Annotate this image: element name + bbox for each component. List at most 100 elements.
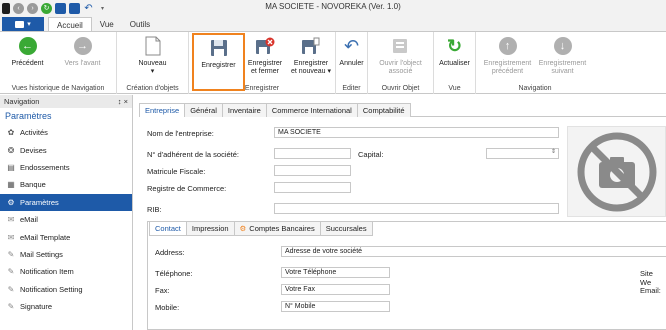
group-label: Vues historique de Navigation bbox=[11, 85, 105, 92]
tab-vue[interactable]: Vue bbox=[92, 17, 122, 32]
adherent-input[interactable] bbox=[274, 148, 351, 159]
tab-commerce-international[interactable]: Commerce International bbox=[265, 103, 358, 117]
sub-tabs: Contact Impression ⚙ Comptes Bancaires Su… bbox=[149, 222, 373, 236]
forward-icon[interactable]: › bbox=[27, 2, 38, 14]
navigation-pane: Navigation ↕ × Paramètres ✿ Activités ❂ De… bbox=[0, 95, 133, 330]
save-close-icon bbox=[256, 37, 275, 54]
no-camera-icon bbox=[577, 132, 656, 211]
gear-icon: ⚙ bbox=[7, 197, 15, 207]
tab-comptabilite[interactable]: Comptabilité bbox=[356, 103, 411, 117]
tab-accueil[interactable]: Accueil bbox=[48, 17, 92, 32]
sidebar-item-endossements[interactable]: ▤ Endossements bbox=[0, 159, 132, 176]
telephone-input[interactable]: Votre Téléphone bbox=[281, 267, 390, 278]
group-navigation: ↑ Enregistrement précédent ↓ Enregistrem… bbox=[476, 32, 594, 94]
open-object-icon bbox=[393, 39, 408, 53]
group-editer: ↶ Annuler Editer bbox=[336, 32, 368, 94]
endorsement-icon: ▤ bbox=[7, 162, 15, 172]
notification-icon: ✎ bbox=[7, 267, 15, 277]
gear-icon: ⚙ bbox=[239, 224, 247, 233]
mobile-label: Mobile: bbox=[155, 303, 180, 312]
sidebar-item-notification-item[interactable]: ✎ Notification Item bbox=[0, 263, 132, 280]
group-label: Ouvrir Objet bbox=[381, 85, 420, 92]
tab-contact[interactable]: Contact bbox=[149, 222, 187, 236]
group-historique: ← Précédent → Vers l'avant Vues historiq… bbox=[0, 32, 117, 94]
chevron-down-icon: ▾ bbox=[27, 21, 31, 28]
site-web-label: Site We bbox=[640, 269, 653, 287]
refresh-icon[interactable]: ↻ bbox=[41, 2, 52, 14]
email-icon: ✉ bbox=[7, 215, 15, 225]
sidebar-item-email-template[interactable]: ✉ eMail Template bbox=[0, 228, 132, 245]
signature-icon: ✎ bbox=[7, 302, 15, 312]
group-enregistrer: Enregistrer Enregistrer et fermer Enregi… bbox=[189, 32, 336, 94]
undo-arrow-icon: ↶ bbox=[343, 36, 360, 56]
capital-label: Capital: bbox=[358, 150, 384, 159]
rib-input[interactable] bbox=[274, 203, 559, 214]
navigation-title: Paramètres bbox=[5, 111, 52, 121]
nom-input[interactable]: MA SOCIETE bbox=[274, 127, 559, 138]
notification-setting-icon: ✎ bbox=[7, 284, 15, 294]
currency-icon: ❂ bbox=[7, 145, 15, 155]
file-menu-button[interactable]: ▾ bbox=[2, 17, 44, 31]
group-creation: Nouveau ▾ Création d'objets bbox=[117, 32, 189, 94]
adherent-label: N° d'adhérent de la société: bbox=[147, 150, 239, 159]
arrow-down-icon: ↓ bbox=[553, 37, 572, 55]
enregistrer-button[interactable]: Enregistrer bbox=[192, 33, 245, 91]
undo-icon[interactable]: ↶ bbox=[83, 3, 94, 14]
rib-label: RIB: bbox=[147, 205, 162, 214]
capital-input[interactable]: ⇕ bbox=[486, 148, 559, 159]
sidebar-item-notification-setting[interactable]: ✎ Notification Setting bbox=[0, 281, 132, 298]
save-new-icon bbox=[302, 37, 320, 54]
address-input[interactable]: Adresse de votre société bbox=[281, 246, 666, 257]
group-label: Navigation bbox=[518, 85, 552, 92]
contact-panel bbox=[147, 221, 666, 330]
mobile-input[interactable]: N° Mobile bbox=[281, 301, 390, 312]
form-tabs: Entreprise Général Inventaire Commerce I… bbox=[139, 103, 666, 117]
company-logo-placeholder[interactable] bbox=[567, 126, 666, 217]
tab-outils[interactable]: Outils bbox=[122, 17, 158, 32]
pin-close-icon[interactable]: ↕ × bbox=[118, 97, 128, 106]
matricule-input[interactable] bbox=[274, 165, 351, 176]
sidebar-item-devises[interactable]: ❂ Devises bbox=[0, 141, 132, 158]
sidebar-item-signature[interactable]: ✎ Signature bbox=[0, 298, 132, 315]
matricule-label: Matricule Fiscale: bbox=[147, 167, 206, 176]
save-icon[interactable] bbox=[55, 2, 66, 14]
chevron-down-icon: ▾ bbox=[150, 68, 155, 75]
sidebar-item-banque[interactable]: ▦ Banque bbox=[0, 176, 132, 193]
sidebar-item-activites[interactable]: ✿ Activités bbox=[0, 124, 132, 141]
registre-input[interactable] bbox=[274, 182, 351, 193]
customize-icon[interactable]: ▾ bbox=[97, 3, 108, 14]
ribbon: ← Précédent → Vers l'avant Vues historiq… bbox=[0, 31, 666, 94]
registre-label: Registre de Commerce: bbox=[147, 184, 227, 193]
tab-inventaire[interactable]: Inventaire bbox=[221, 103, 267, 117]
fax-label: Fax: bbox=[155, 286, 170, 295]
back-icon[interactable]: ‹ bbox=[13, 2, 24, 14]
tab-entreprise[interactable]: Entreprise bbox=[139, 103, 186, 117]
group-label: Création d'objets bbox=[126, 85, 179, 92]
email-label: Email: bbox=[640, 286, 661, 295]
tab-succursales[interactable]: Succursales bbox=[319, 222, 373, 236]
spinner-icon[interactable]: ⇕ bbox=[551, 148, 556, 157]
navigation-header: Navigation ↕ × bbox=[0, 95, 132, 108]
app-logo-icon bbox=[2, 2, 10, 14]
arrow-up-icon: ↑ bbox=[498, 37, 517, 55]
mail-settings-icon: ✎ bbox=[7, 249, 15, 259]
sidebar-item-mail-settings[interactable]: ✎ Mail Settings bbox=[0, 246, 132, 263]
save-as-icon[interactable] bbox=[69, 2, 80, 14]
activities-icon: ✿ bbox=[7, 128, 15, 138]
telephone-label: Téléphone: bbox=[155, 269, 193, 278]
group-ouvrir: Ouvrir l'object associé Ouvrir Objet bbox=[368, 32, 434, 94]
bank-icon: ▦ bbox=[7, 180, 15, 190]
file-icon bbox=[15, 20, 25, 28]
email-template-icon: ✉ bbox=[7, 232, 15, 242]
tab-general[interactable]: Général bbox=[184, 103, 223, 117]
sidebar-item-parametres[interactable]: ⚙ Paramètres bbox=[0, 193, 132, 211]
floppy-icon bbox=[210, 40, 227, 56]
refresh-icon: ↻ bbox=[446, 36, 463, 56]
group-label: Editer bbox=[342, 85, 361, 92]
tab-comptes-bancaires[interactable]: ⚙ Comptes Bancaires bbox=[233, 222, 321, 236]
sidebar-item-email[interactable]: ✉ eMail bbox=[0, 211, 132, 228]
tab-impression[interactable]: Impression bbox=[185, 222, 235, 236]
title-bar: ‹ › ↻ ↶ ▾ MA SOCIETE - NOVOREKA (Ver. 1.… bbox=[0, 0, 666, 16]
fax-input[interactable]: Votre Fax bbox=[281, 284, 390, 295]
group-label: Vue bbox=[448, 85, 461, 92]
